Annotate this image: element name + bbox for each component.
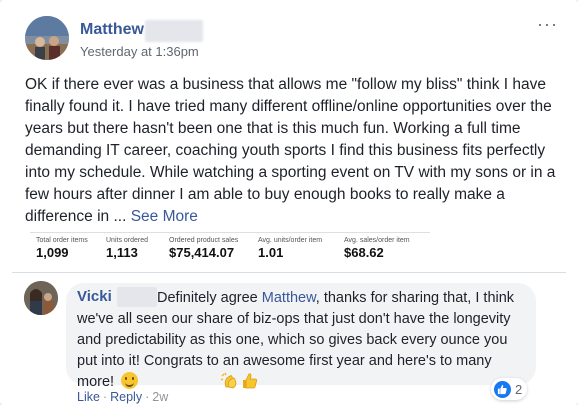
author-avatar[interactable] — [25, 16, 69, 60]
comment-reaction-summary[interactable]: 2 — [491, 378, 528, 400]
clapping-hands-emoji-icon — [140, 372, 237, 389]
stat-value: $75,414.07 — [169, 245, 235, 260]
comments-divider — [12, 272, 566, 273]
stat-units-ordered: Units ordered 1,113 — [106, 237, 148, 260]
smiley-emoji-icon — [121, 372, 139, 389]
commenter-avatar[interactable] — [24, 281, 58, 315]
stat-label: Ordered product sales — [169, 237, 239, 244]
action-separator: · — [102, 390, 108, 404]
comment-mention-link[interactable]: Matthew — [262, 290, 316, 306]
like-reaction-icon — [494, 380, 511, 398]
stat-avg-sales-order-item: Avg. sales/order item $68.62 — [344, 237, 410, 260]
stat-value: 1.01 — [258, 245, 284, 260]
avatar-photo — [25, 16, 69, 60]
stat-avg-units-order-item: Avg. units/order item 1.01 — [258, 237, 322, 260]
more-options-icon[interactable]: ··· — [537, 14, 558, 35]
stat-label: Units ordered — [106, 237, 149, 244]
stat-value: $68.62 — [344, 245, 384, 260]
comment-body: Definitely agree Matthew, thanks for sha… — [77, 288, 527, 393]
post-body: OK if there ever was a business that all… — [25, 74, 560, 228]
stat-label: Avg. units/order item — [258, 237, 323, 244]
post-author-name[interactable]: Matthew — [80, 21, 144, 39]
see-more-link[interactable]: See More — [131, 208, 198, 225]
stat-label: Avg. sales/order item — [344, 237, 410, 244]
reaction-count: 2 — [515, 381, 523, 397]
stat-value: 1,099 — [36, 245, 69, 260]
stat-label: Total order items — [36, 237, 88, 244]
sales-stats-image: Total order items 1,099 Units ordered 1,… — [30, 232, 430, 266]
redacted-surname — [145, 20, 203, 42]
comment-actions: Like · Reply · 2w — [77, 390, 168, 404]
post-card: Matthew Yesterday at 1:36pm ··· OK if th… — [0, 0, 578, 405]
stat-value: 1,113 — [106, 245, 138, 260]
action-separator: · — [145, 390, 150, 404]
post-body-text: OK if there ever was a business that all… — [25, 76, 556, 225]
comment-reply-link[interactable]: Reply — [110, 390, 142, 404]
comment-like-link[interactable]: Like — [77, 390, 100, 404]
thumbs-up-emoji-icon — [161, 372, 258, 389]
stat-ordered-product-sales: Ordered product sales $75,414.07 — [169, 237, 238, 260]
comment-age[interactable]: 2w — [152, 390, 168, 404]
commenter-photo — [24, 281, 58, 315]
post-timestamp[interactable]: Yesterday at 1:36pm — [80, 44, 199, 59]
stat-total-order-items: Total order items 1,099 — [36, 237, 88, 260]
comment-text-start: Definitely agree — [157, 290, 262, 306]
